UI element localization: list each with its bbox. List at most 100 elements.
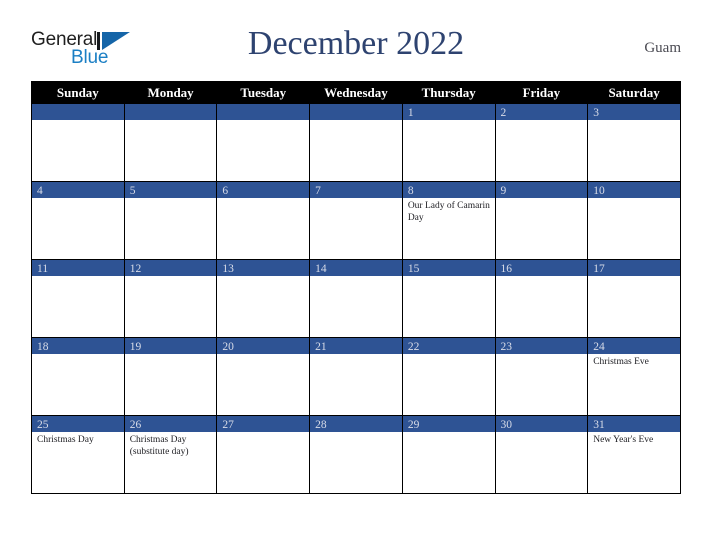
day-events — [125, 120, 217, 123]
calendar-day-cell[interactable]: 1 — [401, 103, 496, 182]
weekday-header-thursday: Thursday — [401, 81, 496, 104]
calendar-day-cell[interactable]: 8 Our Lady of Camarin Day — [401, 181, 496, 260]
day-number-bar: 25 — [32, 416, 124, 432]
calendar-day-cell[interactable]: 24 Christmas Eve — [587, 337, 681, 416]
calendar-day-cell[interactable]: 31 New Year's Eve — [587, 415, 681, 494]
day-cell-inner: 7 — [310, 182, 402, 259]
day-cell-inner: 21 — [310, 338, 402, 415]
day-number: 20 — [222, 341, 234, 353]
calendar-day-cell[interactable]: 20 — [216, 337, 311, 416]
day-cell-inner: 23 — [495, 338, 588, 415]
day-cell-inner: 9 — [495, 182, 588, 259]
calendar-week-row: 25 Christmas Day 26 Christmas Day (substitu… — [31, 415, 681, 494]
day-number-bar: 20 — [217, 338, 310, 354]
day-number: 30 — [500, 419, 513, 431]
calendar-page: General Blue December 2022 Guam Sunday M… — [0, 0, 712, 550]
calendar-day-cell[interactable]: 25 Christmas Day — [31, 415, 125, 494]
day-events — [310, 120, 402, 123]
day-cell-inner: 1 — [402, 104, 495, 181]
day-number-bar: 30 — [495, 416, 588, 432]
day-number-bar: 5 — [124, 182, 217, 198]
calendar-day-cell[interactable]: 21 — [309, 337, 403, 416]
calendar-week-row: 1 2 3 — [31, 103, 681, 182]
day-number: 19 — [129, 341, 142, 353]
calendar-day-cell[interactable]: 30 — [494, 415, 589, 494]
calendar-day-cell[interactable]: 15 — [401, 259, 496, 338]
day-events — [32, 276, 124, 279]
day-cell-inner: 6 — [217, 182, 310, 259]
day-events — [496, 198, 588, 201]
day-cell-inner: 27 — [217, 416, 310, 493]
calendar-day-cell[interactable]: 3 — [587, 103, 681, 182]
calendar-day-cell[interactable]: 18 — [31, 337, 125, 416]
calendar-day-cell[interactable]: 7 — [309, 181, 403, 260]
day-events: New Year's Eve — [588, 432, 680, 447]
calendar-week-row: 11 12 13 14 15 16 17 — [31, 259, 681, 338]
calendar-day-cell[interactable]: 28 — [309, 415, 403, 494]
day-number: 27 — [222, 419, 234, 431]
day-number-bar: 11 — [32, 260, 124, 276]
day-number-bar: 16 — [495, 260, 588, 276]
calendar-day-cell[interactable]: 4 — [31, 181, 125, 260]
day-number-bar: 17 — [588, 260, 680, 276]
calendar-day-cell[interactable]: 23 — [494, 337, 589, 416]
day-events — [310, 276, 402, 279]
day-cell-inner: 26 Christmas Day (substitute day) — [124, 416, 217, 493]
calendar-day-cell[interactable]: 6 — [216, 181, 311, 260]
page-title: December 2022 — [247, 25, 465, 62]
calendar-day-cell[interactable] — [309, 103, 403, 182]
day-number-bar: 29 — [402, 416, 495, 432]
day-cell-inner: 13 — [217, 260, 310, 337]
day-cell-inner — [310, 104, 402, 181]
calendar-day-cell[interactable]: 22 — [401, 337, 496, 416]
day-number: 15 — [407, 263, 420, 275]
calendar-day-cell[interactable]: 9 — [494, 181, 589, 260]
event-label: Christmas Day — [37, 435, 94, 445]
calendar-day-cell[interactable]: 19 — [123, 337, 218, 416]
calendar-day-cell[interactable]: 14 — [309, 259, 403, 338]
day-cell-inner: 2 — [495, 104, 588, 181]
calendar-day-cell[interactable]: 27 — [216, 415, 311, 494]
calendar-table: Sunday Monday Tuesday Wednesday Thursday… — [31, 81, 681, 494]
day-number-bar: 28 — [310, 416, 402, 432]
day-cell-inner: 29 — [402, 416, 495, 493]
event-label: New Year's Eve — [593, 435, 654, 445]
calendar-day-cell[interactable]: 12 — [123, 259, 218, 338]
calendar-day-cell[interactable]: 17 — [587, 259, 681, 338]
day-number: 4 — [37, 185, 43, 197]
calendar-day-cell[interactable] — [31, 103, 125, 182]
day-number-bar: 23 — [495, 338, 588, 354]
day-number-bar: 6 — [217, 182, 310, 198]
weekday-header-saturday: Saturday — [587, 81, 681, 104]
calendar-day-cell[interactable]: 5 — [123, 181, 218, 260]
day-cell-inner: 31 New Year's Eve — [588, 416, 680, 493]
day-number-bar — [217, 104, 310, 120]
day-number: 5 — [129, 185, 136, 197]
calendar-day-cell[interactable] — [216, 103, 311, 182]
day-number-bar: 1 — [402, 104, 495, 120]
calendar-day-cell[interactable]: 10 — [587, 181, 681, 260]
day-events — [588, 198, 680, 201]
day-events — [32, 198, 124, 201]
day-cell-inner: 3 — [588, 104, 680, 181]
calendar-day-cell[interactable]: 13 — [216, 259, 311, 338]
day-number: 16 — [500, 263, 513, 275]
day-cell-inner — [217, 104, 310, 181]
calendar-day-cell[interactable]: 29 — [401, 415, 496, 494]
day-events — [32, 354, 124, 357]
day-events — [217, 198, 309, 201]
day-number-bar: 21 — [310, 338, 402, 354]
calendar-day-cell[interactable] — [123, 103, 218, 182]
calendar-day-cell[interactable]: 2 — [494, 103, 589, 182]
day-events — [32, 120, 124, 123]
day-number: 26 — [129, 419, 142, 431]
event-label: Christmas Eve — [593, 357, 649, 367]
day-number: 12 — [129, 263, 142, 275]
day-number-bar: 9 — [495, 182, 588, 198]
calendar-day-cell[interactable]: 26 Christmas Day (substitute day) — [123, 415, 218, 494]
calendar-day-cell[interactable]: 11 — [31, 259, 125, 338]
day-events — [496, 432, 588, 435]
calendar-day-cell[interactable]: 16 — [494, 259, 589, 338]
day-number: 28 — [315, 419, 327, 431]
day-events — [125, 198, 217, 201]
